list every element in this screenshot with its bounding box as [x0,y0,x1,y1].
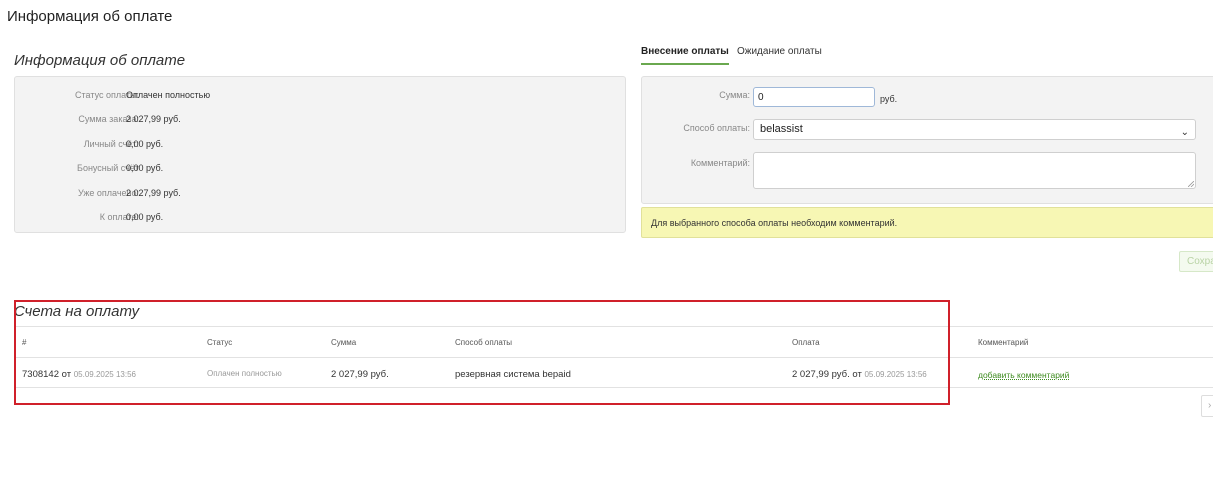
info-value: Оплачен полностью [126,90,211,100]
comment-textarea[interactable] [753,152,1196,189]
info-value: 2 027,99 руб. [126,188,181,198]
tab-make-payment[interactable]: Внесение оплаты [641,46,729,65]
sum-input[interactable] [753,87,875,107]
page-title: Информация об оплате [7,8,173,25]
info-value: 0,00 руб. [126,212,164,222]
save-button[interactable]: Сохранить [1179,251,1213,272]
sum-label: Сумма: [719,90,750,100]
method-label: Способ оплаты: [683,123,750,133]
resize-handle-icon[interactable] [1188,181,1194,187]
payment-info-panel: Статус оплаты: Оплачен полностью Сумма з… [14,76,626,233]
sum-unit: руб. [880,94,898,104]
payment-info-title: Информация об оплате [14,52,186,69]
payment-form-panel: Сумма: руб. Способ оплаты: belassist ⌄ К… [641,76,1213,204]
info-value: 2 027,99 руб. [126,114,181,124]
tab-awaiting-payment[interactable]: Ожидание оплаты [737,46,822,63]
payment-method-select[interactable]: belassist ⌄ [753,119,1196,140]
pagination-button[interactable]: › [1201,395,1213,417]
payment-method-value: belassist [760,123,803,135]
comment-required-alert: Для выбранного способа оплаты необходим … [641,207,1213,238]
chevron-down-icon: ⌄ [1180,127,1189,138]
highlight-box [14,300,950,405]
comment-label: Комментарий: [690,158,750,168]
column-header-comment: Комментарий [978,338,1029,347]
info-value: 0,00 руб. [126,163,164,173]
info-value: 0,00 руб. [126,139,164,149]
add-comment-link[interactable]: добавить комментарий [978,370,1069,380]
